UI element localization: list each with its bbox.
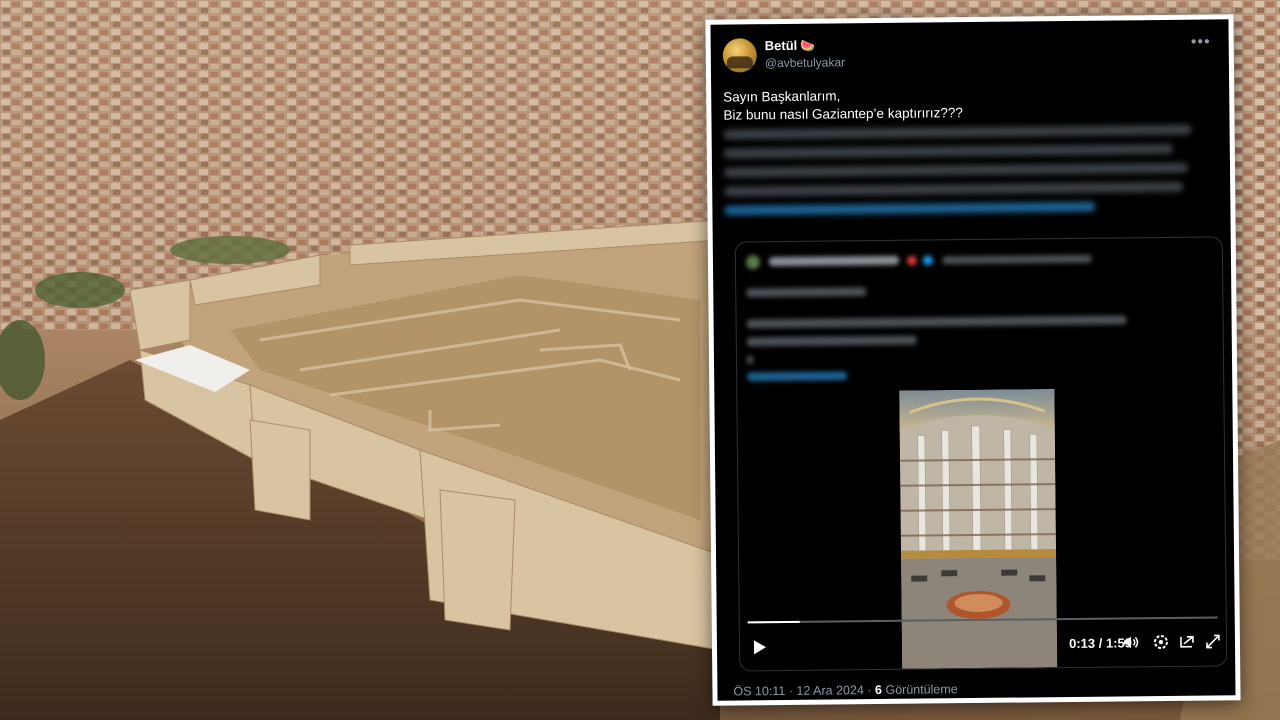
video-progress-fill bbox=[747, 620, 800, 624]
volume-icon[interactable] bbox=[1122, 633, 1140, 651]
watermelon-emoji-icon: 🍉 bbox=[800, 38, 816, 53]
verified-badge-icon bbox=[922, 255, 934, 266]
settings-icon[interactable] bbox=[1152, 633, 1170, 651]
tweet-text-line-2: Biz bunu nasıl Gaziantep’e kaptırırız??? bbox=[723, 101, 1211, 124]
author-name[interactable]: Betül 🍉 bbox=[764, 37, 816, 54]
video-player[interactable]: 0:13 / 1:59 bbox=[737, 387, 1227, 671]
quoted-tweet-body-blurred bbox=[746, 277, 1213, 389]
author-name-text: Betül bbox=[764, 37, 798, 54]
play-icon[interactable] bbox=[753, 640, 767, 655]
time-separator: / bbox=[1098, 635, 1103, 651]
quoted-tweet[interactable]: 0:13 / 1:59 bbox=[734, 236, 1228, 672]
video-controls: 0:13 / 1:59 bbox=[740, 627, 1226, 662]
view-count-label: Görüntüleme bbox=[885, 682, 958, 697]
video-thumbnail-library[interactable] bbox=[899, 389, 1058, 669]
badge-red-icon bbox=[906, 255, 917, 266]
tweet-card: Betül 🍉 @avbetulyakar ••• Sayın Başkanlar… bbox=[710, 19, 1236, 701]
tweet-header: Betül 🍉 @avbetulyakar ••• bbox=[722, 33, 1217, 78]
blurred-text-block bbox=[723, 124, 1213, 216]
tweet-timestamp[interactable]: ÖS 10:11 · 12 Ara 2024 · bbox=[733, 683, 871, 698]
quoted-tweet-header-blurred bbox=[745, 249, 1212, 272]
tweet-text-line-2-text: Biz bunu nasıl Gaziantep’e kaptırırız??? bbox=[723, 105, 963, 123]
picture-in-picture-icon[interactable] bbox=[1178, 633, 1196, 651]
current-time: 0:13 bbox=[1068, 635, 1096, 652]
view-count: 6 bbox=[874, 682, 883, 698]
quoted-avatar bbox=[745, 255, 761, 270]
library-interior-image bbox=[899, 389, 1058, 669]
tweet-footer: ÖS 10:11 · 12 Ara 2024 · 6 Görüntüleme bbox=[733, 682, 957, 698]
avatar[interactable] bbox=[722, 38, 757, 73]
fullscreen-icon[interactable] bbox=[1204, 632, 1222, 650]
tweet-screenshot-frame: Betül 🍉 @avbetulyakar ••• Sayın Başkanlar… bbox=[705, 14, 1241, 706]
tweet-text: Sayın Başkanlarım, Biz bunu nasıl Gazian… bbox=[723, 83, 1212, 224]
more-icon[interactable]: ••• bbox=[1191, 33, 1211, 51]
author-handle[interactable]: @avbetulyakar bbox=[765, 55, 845, 70]
